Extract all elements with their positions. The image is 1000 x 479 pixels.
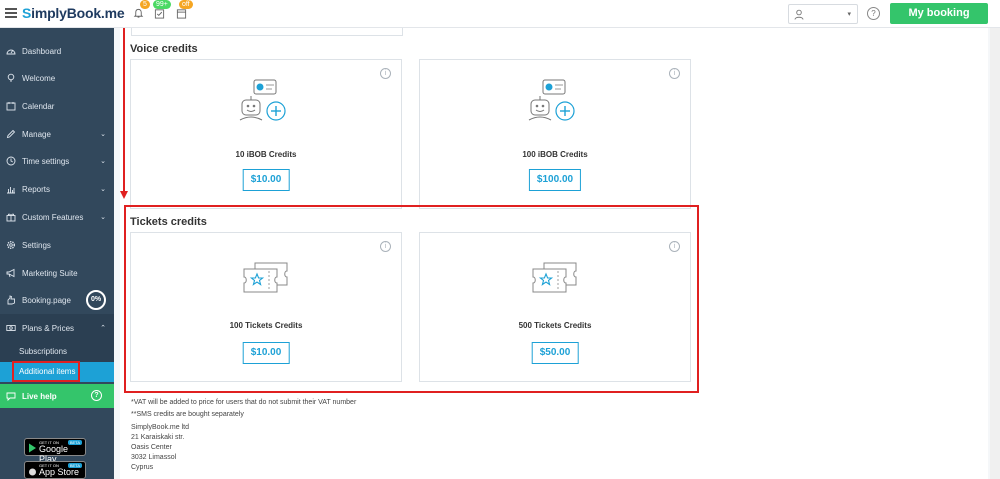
sidebar-item-welcome[interactable]: Welcome [0,64,114,92]
logo[interactable]: SimplyBook.me [22,5,125,21]
clock-icon [6,156,16,166]
help-icon: ? [91,390,102,401]
address-street: 21 Karaiskaki str. [131,434,185,441]
chat-icon [6,392,16,401]
bookings-icon[interactable] [154,8,165,19]
megaphone-icon [6,268,15,278]
annotation-highlight-tickets [124,205,699,393]
address-city: 3032 Limassol [131,454,177,461]
price-button[interactable]: $100.00 [528,169,582,191]
voice-credits-title: Voice credits [130,43,198,55]
money-icon [6,325,16,331]
notifications-badge: 5 [140,0,150,9]
hand-icon [7,295,15,305]
bar-chart-icon [7,187,15,194]
sidebar-item-reports[interactable]: Reports ⌄ [0,175,114,203]
gear-icon [7,241,15,249]
robot-chat-icon [239,79,286,121]
price-button[interactable]: $10.00 [242,169,290,191]
booking-page-progress: 0% [86,290,106,310]
chevron-down-icon: ⌄ [100,131,106,138]
user-icon [794,9,804,20]
voice-credit-card-10[interactable]: i 10 iBOB Credits $10.00 [130,59,402,209]
sidebar-item-plans-prices[interactable]: Plans & Prices ⌃ [0,314,114,342]
annotation-arrow-line [123,28,125,193]
card-title: 10 iBOB Credits [235,150,297,159]
info-icon[interactable]: i [669,68,680,79]
annotation-arrowhead [120,191,128,199]
calendar-badge: off [179,0,193,9]
previous-card-bottom [131,28,403,36]
company-name: SimplyBook.me ltd [131,424,189,431]
info-icon[interactable]: i [380,68,391,79]
calendar-sync-icon[interactable] [176,8,187,19]
sms-note: **SMS credits are bought separately [131,411,244,418]
hamburger-menu-icon[interactable] [5,8,17,18]
lightbulb-icon [7,73,15,82]
card-title: 100 iBOB Credits [522,150,588,159]
my-booking-website-button[interactable]: My booking website [890,3,988,40]
chevron-down-icon: ⌄ [100,186,106,193]
chevron-up-icon: ⌃ [100,325,106,332]
annotation-highlight-additional-items [12,361,80,382]
apple-icon [29,468,36,476]
sidebar-item-calendar[interactable]: Calendar [0,92,114,120]
bookings-badge: 99+ [153,0,171,9]
chevron-down-icon: ▾ [847,11,851,18]
voice-credit-card-100[interactable]: i 100 iBOB Credits $100.00 [419,59,691,209]
help-icon[interactable]: ? [867,7,880,20]
vat-note: *VAT will be added to price for users th… [131,399,357,406]
chevron-down-icon: ⌄ [100,158,106,165]
bell-icon[interactable] [133,8,144,19]
dashboard-icon [6,49,16,55]
user-select[interactable]: ▾ [788,4,858,24]
sidebar-item-custom-features[interactable]: Custom Features ⌄ [0,203,114,231]
live-help-button[interactable]: Live help ? [0,384,114,408]
sidebar-item-dashboard[interactable]: Dashboard [0,37,114,65]
robot-chat-icon [528,79,575,121]
sidebar-item-subscriptions[interactable]: Subscriptions [0,342,114,362]
gift-icon [6,213,16,222]
address-building: Oasis Center [131,444,172,451]
app-store-badge[interactable]: GET IT ON App Store BETA [24,461,86,479]
sidebar-item-marketing-suite[interactable]: Marketing Suite [0,259,114,287]
sidebar-item-time-settings[interactable]: Time settings ⌄ [0,147,114,175]
sidebar-item-settings[interactable]: Settings [0,231,114,259]
google-play-badge[interactable]: GET IT ON Google Play BETA [24,438,86,464]
play-store-icon [29,443,36,453]
scrollbar[interactable] [990,28,1000,479]
calendar-icon [6,102,16,111]
pencil-icon [6,129,16,139]
address-country: Cyprus [131,464,154,471]
chevron-down-icon: ⌄ [100,214,106,221]
top-bar: SimplyBook.me 5 99+ off ▾ ? My booking w… [0,0,1000,40]
sidebar-item-manage[interactable]: Manage ⌄ [0,120,114,148]
